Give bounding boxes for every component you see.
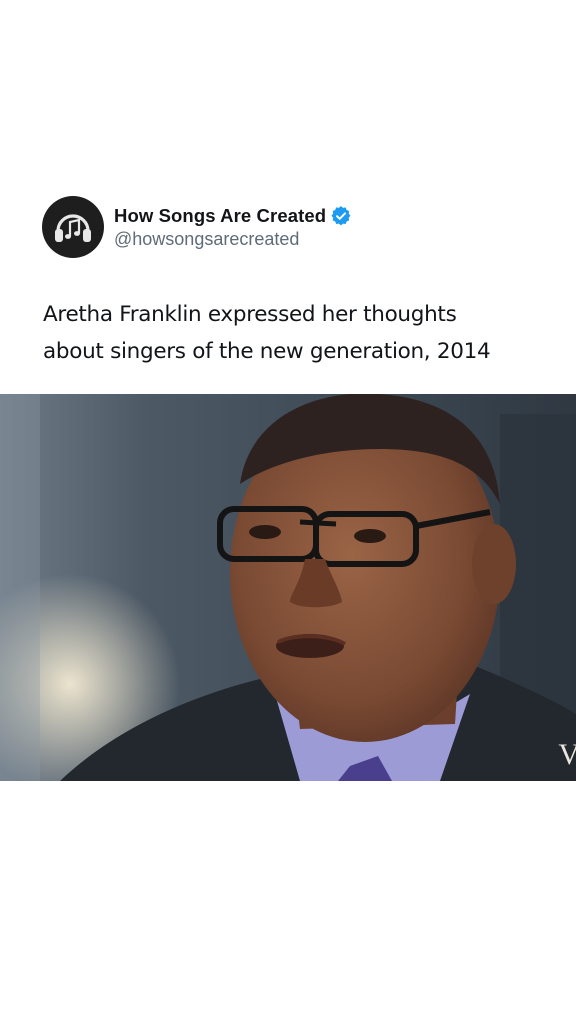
verified-badge-icon [331,206,351,226]
caption-line-1: Aretha Franklin expressed her thoughts [43,302,457,327]
author-handle[interactable]: @howsongsarecreated [114,229,351,250]
video-frame[interactable]: V [0,394,576,781]
headphones-music-note-icon [55,214,91,242]
avatar[interactable] [42,196,104,258]
post-screen: How Songs Are Created @howsongsarecreate… [0,0,576,1024]
post-caption: Aretha Franklin expressed her thoughts a… [43,296,543,370]
post-header: How Songs Are Created @howsongsarecreate… [42,196,351,258]
video-frame-image [0,394,576,781]
name-row: How Songs Are Created [114,204,351,228]
caption-line-2: about singers of the new generation, 201… [43,339,491,364]
author-display-name[interactable]: How Songs Are Created [114,205,326,227]
author-identity: How Songs Are Created @howsongsarecreate… [114,204,351,250]
watermark-logo: V [558,738,576,771]
